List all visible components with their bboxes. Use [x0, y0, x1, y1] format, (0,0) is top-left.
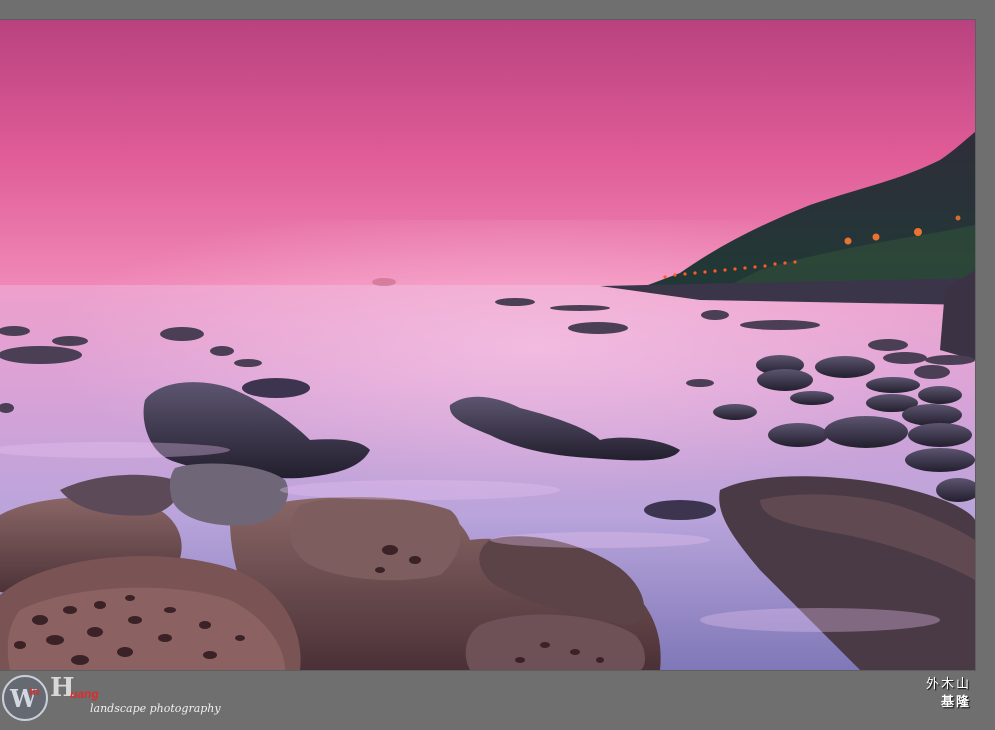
- logo-circle-icon: W: [2, 675, 48, 721]
- photographer-watermark: W in H uang landscape photography: [0, 671, 230, 729]
- photo-frame: W in H uang landscape photography 外木山 基隆: [0, 0, 995, 730]
- seascape-photo: [0, 20, 975, 670]
- logo-uang-text: uang: [70, 687, 99, 701]
- location-name: 外木山: [925, 677, 971, 692]
- city-name: 基隆: [940, 695, 971, 710]
- logo-tagline: landscape photography: [90, 702, 221, 715]
- logo-in-text: in: [29, 687, 40, 698]
- location-caption: 外木山 基隆: [891, 676, 971, 712]
- photo-illustration: [0, 20, 975, 670]
